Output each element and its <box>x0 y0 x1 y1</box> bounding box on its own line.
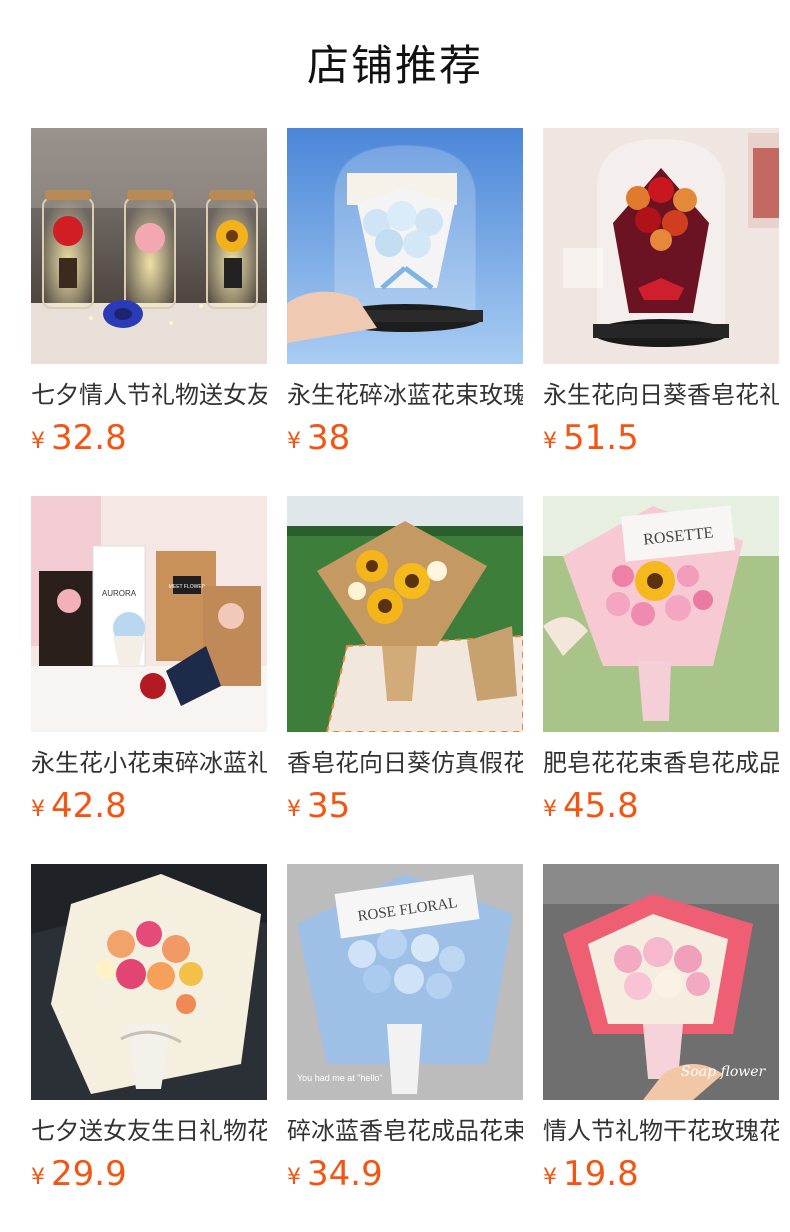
product-card[interactable]: 七夕情人节礼物送女友生日 ¥32.8 <box>31 128 267 496</box>
product-name[interactable]: 永生花碎冰蓝花束玫瑰礼盒 <box>287 380 523 410</box>
currency-symbol: ¥ <box>287 797 301 822</box>
product-price: ¥38 <box>287 420 523 462</box>
price-amount: 35 <box>307 786 351 826</box>
product-card[interactable]: 永生花向日葵香皂花礼盒 ¥51.5 <box>543 128 779 496</box>
product-price: ¥35 <box>287 788 523 830</box>
product-grid: 七夕情人节礼物送女友生日 ¥32.8 <box>31 128 779 1232</box>
section-title: 店铺推荐 <box>306 41 483 90</box>
box-label-2: MEET FLOWER <box>169 584 206 590</box>
currency-symbol: ¥ <box>287 1165 301 1190</box>
product-name[interactable]: 七夕情人节礼物送女友生日 <box>31 380 267 410</box>
caption-hello: You had me at "hello" <box>297 1073 383 1083</box>
price-amount: 19.8 <box>563 1154 639 1194</box>
pink-sunflower-bouquet-image[interactable]: ROSETTE <box>543 496 779 732</box>
sunflower-kraft-bouquet-image[interactable] <box>287 496 523 732</box>
product-price: ¥45.8 <box>543 788 779 830</box>
price-amount: 32.8 <box>51 418 127 458</box>
price-amount: 42.8 <box>51 786 127 826</box>
product-price: ¥51.5 <box>543 420 779 462</box>
price-amount: 29.9 <box>51 1154 127 1194</box>
product-card[interactable]: 香皂花向日葵仿真假花束 ¥35 <box>287 496 523 864</box>
red-dome-bouquet-image[interactable] <box>543 128 779 364</box>
currency-symbol: ¥ <box>543 429 557 454</box>
gift-box-bouquets-image[interactable]: AURORA MEET FLOWER <box>31 496 267 732</box>
cream-rose-bouquet-image[interactable] <box>31 864 267 1100</box>
product-price: ¥42.8 <box>31 788 267 830</box>
currency-symbol: ¥ <box>287 429 301 454</box>
product-name[interactable]: 七夕送女友生日礼物花束 <box>31 1116 267 1146</box>
product-card[interactable]: ROSE FLORAL You had me at "hello" 碎冰蓝香皂花… <box>287 864 523 1232</box>
product-price: ¥32.8 <box>31 420 267 462</box>
box-label-1: AURORA <box>102 589 137 598</box>
product-card[interactable]: AURORA MEET FLOWER 永生花小花束碎冰蓝礼盒 ¥42.8 <box>31 496 267 864</box>
product-card[interactable]: 永生花碎冰蓝花束玫瑰礼盒 ¥38 <box>287 128 523 496</box>
product-price: ¥34.9 <box>287 1156 523 1198</box>
shop-recommend-page: 店铺推荐 七夕情人节礼物送女友 ¥ 32.8 永生花碎冰蓝花束玫瑰 ¥ 38 永… <box>0 0 790 1232</box>
product-price: ¥19.8 <box>543 1156 779 1198</box>
currency-symbol: ¥ <box>31 797 45 822</box>
product-card[interactable]: Soap flower 情人节礼物干花玫瑰花束 ¥19.8 <box>543 864 779 1232</box>
currency-symbol: ¥ <box>31 1165 45 1190</box>
currency-symbol: ¥ <box>543 797 557 822</box>
product-name[interactable]: 碎冰蓝香皂花成品花束礼 <box>287 1116 523 1146</box>
product-name[interactable]: 永生花向日葵香皂花礼盒 <box>543 380 779 410</box>
product-name[interactable]: 永生花小花束碎冰蓝礼盒 <box>31 748 267 778</box>
product-name[interactable]: 肥皂花花束香皂花成品 <box>543 748 779 778</box>
price-amount: 45.8 <box>563 786 639 826</box>
pink-soap-flower-bouquet-image[interactable]: Soap flower <box>543 864 779 1100</box>
currency-symbol: ¥ <box>543 1165 557 1190</box>
price-amount: 34.9 <box>307 1154 383 1194</box>
price-amount: 38 <box>307 418 351 458</box>
product-name[interactable]: 香皂花向日葵仿真假花束 <box>287 748 523 778</box>
flower-jars-image[interactable] <box>31 128 267 364</box>
blue-rose-bouquet-image[interactable]: ROSE FLORAL You had me at "hello" <box>287 864 523 1100</box>
caption-soap-flower: Soap flower <box>681 1064 767 1080</box>
blue-dome-bouquet-image[interactable] <box>287 128 523 364</box>
product-card[interactable]: ROSETTE 肥皂花花束香皂花成品 ¥45.8 <box>543 496 779 864</box>
product-name[interactable]: 情人节礼物干花玫瑰花束 <box>543 1116 779 1146</box>
price-amount: 51.5 <box>563 418 639 458</box>
currency-symbol: ¥ <box>31 429 45 454</box>
product-price: ¥29.9 <box>31 1156 267 1198</box>
product-card[interactable]: 七夕送女友生日礼物花束 ¥29.9 <box>31 864 267 1232</box>
